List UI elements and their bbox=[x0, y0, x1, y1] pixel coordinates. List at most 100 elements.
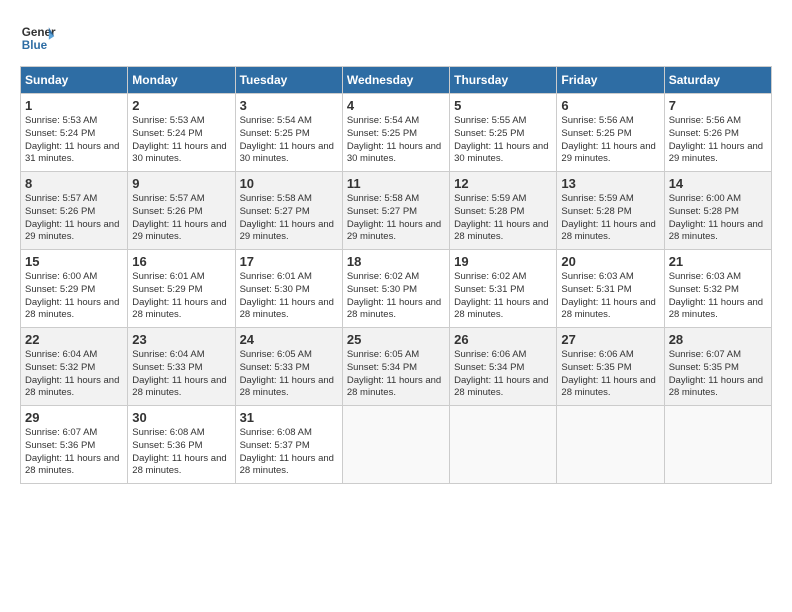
calendar-cell: 22 Sunrise: 6:04 AMSunset: 5:32 PMDaylig… bbox=[21, 328, 128, 406]
calendar-cell: 26 Sunrise: 6:06 AMSunset: 5:34 PMDaylig… bbox=[450, 328, 557, 406]
calendar-cell: 4 Sunrise: 5:54 AMSunset: 5:25 PMDayligh… bbox=[342, 94, 449, 172]
day-info: Sunrise: 6:08 AMSunset: 5:36 PMDaylight:… bbox=[132, 427, 226, 476]
calendar-cell: 21 Sunrise: 6:03 AMSunset: 5:32 PMDaylig… bbox=[664, 250, 771, 328]
day-number: 30 bbox=[132, 410, 230, 425]
day-number: 29 bbox=[25, 410, 123, 425]
day-info: Sunrise: 6:01 AMSunset: 5:29 PMDaylight:… bbox=[132, 271, 226, 320]
calendar-cell: 6 Sunrise: 5:56 AMSunset: 5:25 PMDayligh… bbox=[557, 94, 664, 172]
calendar-cell bbox=[342, 406, 449, 484]
calendar-table: Sunday Monday Tuesday Wednesday Thursday… bbox=[20, 66, 772, 484]
calendar-cell: 19 Sunrise: 6:02 AMSunset: 5:31 PMDaylig… bbox=[450, 250, 557, 328]
calendar-cell: 25 Sunrise: 6:05 AMSunset: 5:34 PMDaylig… bbox=[342, 328, 449, 406]
calendar-cell: 18 Sunrise: 6:02 AMSunset: 5:30 PMDaylig… bbox=[342, 250, 449, 328]
day-info: Sunrise: 5:59 AMSunset: 5:28 PMDaylight:… bbox=[454, 193, 548, 242]
calendar-cell: 20 Sunrise: 6:03 AMSunset: 5:31 PMDaylig… bbox=[557, 250, 664, 328]
calendar-cell: 1 Sunrise: 5:53 AMSunset: 5:24 PMDayligh… bbox=[21, 94, 128, 172]
day-info: Sunrise: 6:07 AMSunset: 5:36 PMDaylight:… bbox=[25, 427, 119, 476]
calendar-cell: 13 Sunrise: 5:59 AMSunset: 5:28 PMDaylig… bbox=[557, 172, 664, 250]
col-thursday: Thursday bbox=[450, 67, 557, 94]
day-number: 22 bbox=[25, 332, 123, 347]
day-info: Sunrise: 6:06 AMSunset: 5:34 PMDaylight:… bbox=[454, 349, 548, 398]
calendar-cell bbox=[664, 406, 771, 484]
calendar-cell: 30 Sunrise: 6:08 AMSunset: 5:36 PMDaylig… bbox=[128, 406, 235, 484]
calendar-cell bbox=[450, 406, 557, 484]
day-info: Sunrise: 5:55 AMSunset: 5:25 PMDaylight:… bbox=[454, 115, 548, 164]
calendar-cell: 9 Sunrise: 5:57 AMSunset: 5:26 PMDayligh… bbox=[128, 172, 235, 250]
col-sunday: Sunday bbox=[21, 67, 128, 94]
day-info: Sunrise: 6:04 AMSunset: 5:32 PMDaylight:… bbox=[25, 349, 119, 398]
calendar-week-2: 8 Sunrise: 5:57 AMSunset: 5:26 PMDayligh… bbox=[21, 172, 772, 250]
day-info: Sunrise: 5:56 AMSunset: 5:26 PMDaylight:… bbox=[669, 115, 763, 164]
day-number: 2 bbox=[132, 98, 230, 113]
col-friday: Friday bbox=[557, 67, 664, 94]
header-row: Sunday Monday Tuesday Wednesday Thursday… bbox=[21, 67, 772, 94]
day-number: 3 bbox=[240, 98, 338, 113]
day-number: 9 bbox=[132, 176, 230, 191]
calendar-week-3: 15 Sunrise: 6:00 AMSunset: 5:29 PMDaylig… bbox=[21, 250, 772, 328]
page-header: General Blue bbox=[20, 20, 772, 56]
day-number: 27 bbox=[561, 332, 659, 347]
day-info: Sunrise: 6:05 AMSunset: 5:33 PMDaylight:… bbox=[240, 349, 334, 398]
day-number: 31 bbox=[240, 410, 338, 425]
day-number: 14 bbox=[669, 176, 767, 191]
day-number: 8 bbox=[25, 176, 123, 191]
day-number: 23 bbox=[132, 332, 230, 347]
calendar-cell: 10 Sunrise: 5:58 AMSunset: 5:27 PMDaylig… bbox=[235, 172, 342, 250]
calendar-cell: 2 Sunrise: 5:53 AMSunset: 5:24 PMDayligh… bbox=[128, 94, 235, 172]
day-info: Sunrise: 6:00 AMSunset: 5:28 PMDaylight:… bbox=[669, 193, 763, 242]
day-info: Sunrise: 5:57 AMSunset: 5:26 PMDaylight:… bbox=[132, 193, 226, 242]
calendar-cell: 27 Sunrise: 6:06 AMSunset: 5:35 PMDaylig… bbox=[557, 328, 664, 406]
col-wednesday: Wednesday bbox=[342, 67, 449, 94]
day-info: Sunrise: 6:01 AMSunset: 5:30 PMDaylight:… bbox=[240, 271, 334, 320]
day-info: Sunrise: 5:56 AMSunset: 5:25 PMDaylight:… bbox=[561, 115, 655, 164]
calendar-week-5: 29 Sunrise: 6:07 AMSunset: 5:36 PMDaylig… bbox=[21, 406, 772, 484]
day-number: 16 bbox=[132, 254, 230, 269]
calendar-cell: 17 Sunrise: 6:01 AMSunset: 5:30 PMDaylig… bbox=[235, 250, 342, 328]
day-number: 13 bbox=[561, 176, 659, 191]
col-saturday: Saturday bbox=[664, 67, 771, 94]
calendar-cell: 3 Sunrise: 5:54 AMSunset: 5:25 PMDayligh… bbox=[235, 94, 342, 172]
day-number: 20 bbox=[561, 254, 659, 269]
day-number: 19 bbox=[454, 254, 552, 269]
day-info: Sunrise: 5:58 AMSunset: 5:27 PMDaylight:… bbox=[347, 193, 441, 242]
calendar-week-4: 22 Sunrise: 6:04 AMSunset: 5:32 PMDaylig… bbox=[21, 328, 772, 406]
day-info: Sunrise: 6:05 AMSunset: 5:34 PMDaylight:… bbox=[347, 349, 441, 398]
calendar-cell: 8 Sunrise: 5:57 AMSunset: 5:26 PMDayligh… bbox=[21, 172, 128, 250]
day-number: 1 bbox=[25, 98, 123, 113]
calendar-cell: 29 Sunrise: 6:07 AMSunset: 5:36 PMDaylig… bbox=[21, 406, 128, 484]
day-number: 11 bbox=[347, 176, 445, 191]
logo-icon: General Blue bbox=[20, 20, 56, 56]
calendar-cell: 23 Sunrise: 6:04 AMSunset: 5:33 PMDaylig… bbox=[128, 328, 235, 406]
day-number: 12 bbox=[454, 176, 552, 191]
day-info: Sunrise: 6:08 AMSunset: 5:37 PMDaylight:… bbox=[240, 427, 334, 476]
day-info: Sunrise: 6:03 AMSunset: 5:31 PMDaylight:… bbox=[561, 271, 655, 320]
day-number: 28 bbox=[669, 332, 767, 347]
day-info: Sunrise: 5:59 AMSunset: 5:28 PMDaylight:… bbox=[561, 193, 655, 242]
calendar-cell: 14 Sunrise: 6:00 AMSunset: 5:28 PMDaylig… bbox=[664, 172, 771, 250]
day-number: 10 bbox=[240, 176, 338, 191]
day-number: 25 bbox=[347, 332, 445, 347]
calendar-cell bbox=[557, 406, 664, 484]
calendar-week-1: 1 Sunrise: 5:53 AMSunset: 5:24 PMDayligh… bbox=[21, 94, 772, 172]
calendar-cell: 31 Sunrise: 6:08 AMSunset: 5:37 PMDaylig… bbox=[235, 406, 342, 484]
day-info: Sunrise: 5:54 AMSunset: 5:25 PMDaylight:… bbox=[347, 115, 441, 164]
day-info: Sunrise: 5:58 AMSunset: 5:27 PMDaylight:… bbox=[240, 193, 334, 242]
day-info: Sunrise: 6:02 AMSunset: 5:30 PMDaylight:… bbox=[347, 271, 441, 320]
col-tuesday: Tuesday bbox=[235, 67, 342, 94]
svg-text:Blue: Blue bbox=[22, 39, 48, 52]
calendar-cell: 7 Sunrise: 5:56 AMSunset: 5:26 PMDayligh… bbox=[664, 94, 771, 172]
day-number: 7 bbox=[669, 98, 767, 113]
day-info: Sunrise: 6:03 AMSunset: 5:32 PMDaylight:… bbox=[669, 271, 763, 320]
day-info: Sunrise: 6:07 AMSunset: 5:35 PMDaylight:… bbox=[669, 349, 763, 398]
calendar-cell: 12 Sunrise: 5:59 AMSunset: 5:28 PMDaylig… bbox=[450, 172, 557, 250]
day-info: Sunrise: 5:54 AMSunset: 5:25 PMDaylight:… bbox=[240, 115, 334, 164]
day-number: 6 bbox=[561, 98, 659, 113]
day-number: 18 bbox=[347, 254, 445, 269]
calendar-cell: 28 Sunrise: 6:07 AMSunset: 5:35 PMDaylig… bbox=[664, 328, 771, 406]
logo: General Blue bbox=[20, 20, 56, 56]
day-number: 5 bbox=[454, 98, 552, 113]
calendar-cell: 16 Sunrise: 6:01 AMSunset: 5:29 PMDaylig… bbox=[128, 250, 235, 328]
day-number: 17 bbox=[240, 254, 338, 269]
day-info: Sunrise: 6:06 AMSunset: 5:35 PMDaylight:… bbox=[561, 349, 655, 398]
calendar-cell: 5 Sunrise: 5:55 AMSunset: 5:25 PMDayligh… bbox=[450, 94, 557, 172]
